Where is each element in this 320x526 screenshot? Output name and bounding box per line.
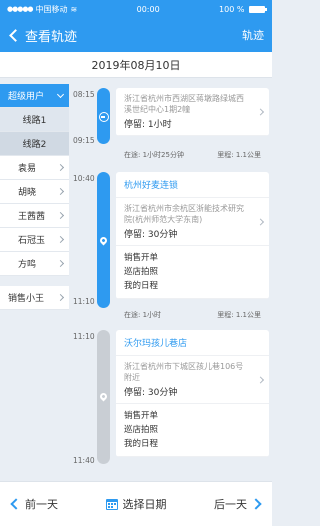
stop-3-start-time: 11:10 — [73, 332, 95, 341]
sidebar-group-label: 超级用户 — [8, 92, 45, 102]
stop-1-stay: 停留: 1小时 — [124, 120, 172, 130]
stop-2-card[interactable]: 杭州好麦连锁 浙江省杭州市余杭区浙能技术研究院(杭州师范大学东南) 停留: 30… — [116, 172, 269, 299]
person-label: 胡晓 — [18, 188, 37, 198]
chevron-right-icon — [56, 293, 65, 302]
stop-1-address: 浙江省杭州市西湖区蒋墩路绿城西溪世纪中心1期2幢 — [124, 94, 244, 114]
page-title: 查看轨迹 — [25, 29, 78, 45]
bottom-bar: 前一天 选择日期 后一天 — [0, 481, 272, 526]
action-sales-order[interactable]: 销售开单 — [124, 251, 261, 265]
sidebar-route-1[interactable]: 线路1 — [0, 108, 69, 132]
stop-3-title[interactable]: 沃尔玛孩儿巷店 — [116, 330, 269, 356]
next-day-label: 后一天 — [214, 498, 247, 511]
sidebar-group-super-user[interactable]: 超级用户 — [0, 84, 69, 108]
sidebar-person-4[interactable]: 方鸣 — [0, 252, 69, 276]
clock: 00:00 — [136, 4, 160, 14]
person-label: 石冠玉 — [18, 236, 46, 246]
stop-1-transit-row: 在途: 1小时25分钟 里程: 1.1公里 — [116, 146, 269, 164]
stop-2-distance: 里程: 1.1公里 — [217, 311, 261, 319]
battery-text: 100 % — [219, 4, 245, 14]
status-left: ●●●●● 中国移动 ≋ — [7, 4, 77, 15]
stop-3-end-time: 11:40 — [73, 456, 95, 465]
stop-3-actions: 销售开单 巡店拍照 我的日程 — [116, 404, 269, 457]
action-store-photo[interactable]: 巡店拍照 — [124, 265, 261, 279]
person-label: 方鸣 — [18, 260, 37, 270]
stop-1-start-time: 08:15 — [73, 90, 95, 99]
stop-1-distance: 里程: 1.1公里 — [217, 151, 261, 159]
prev-day-label: 前一天 — [25, 498, 58, 511]
sidebar-route-2[interactable]: 线路2 — [0, 132, 69, 156]
route-label: 线路1 — [22, 116, 47, 126]
route-label: 线路2 — [22, 140, 47, 150]
chevron-right-icon — [56, 259, 65, 268]
chevron-right-icon — [250, 498, 262, 510]
status-bar: ●●●●● 中国移动 ≋ 00:00 100 % — [0, 0, 272, 18]
back-button[interactable]: 查看轨迹 — [8, 26, 77, 45]
battery-icon — [249, 5, 267, 13]
person-label: 袁易 — [18, 164, 37, 174]
sidebar-person-3[interactable]: 石冠玉 — [0, 228, 69, 252]
stop-2-transit-row: 在途: 1小时 里程: 1.1公里 — [116, 306, 269, 324]
stop-3-stay: 停留: 30分钟 — [124, 388, 178, 398]
action-store-photo[interactable]: 巡店拍照 — [124, 423, 261, 437]
stop-2-start-time: 10:40 — [73, 174, 95, 183]
stop-2-actions: 销售开单 巡店拍照 我的日程 — [116, 246, 269, 299]
chevron-right-icon — [56, 235, 65, 244]
location-pin-icon — [97, 390, 110, 403]
stop-2-footer: 在途: 1小时 里程: 1.1公里 — [116, 306, 269, 324]
stop-1-card[interactable]: 浙江省杭州市西湖区蒋墩路绿城西溪世纪中心1期2幢 停留: 1小时 — [116, 88, 269, 136]
stop-3-detail[interactable]: 浙江省杭州市下城区孩儿巷106号附近 停留: 30分钟 — [116, 356, 269, 404]
chevron-right-icon — [56, 187, 65, 196]
action-my-schedule[interactable]: 我的日程 — [124, 279, 261, 293]
location-pin-icon — [97, 234, 110, 247]
prev-day-button[interactable]: 前一天 — [10, 496, 58, 512]
chevron-right-icon — [256, 107, 265, 116]
sidebar-person-0[interactable]: 袁易 — [0, 156, 69, 180]
date-header: 2019年08月10日 — [0, 52, 272, 78]
track-button[interactable]: 轨迹 — [242, 27, 264, 43]
chevron-left-icon — [9, 28, 22, 42]
sidebar-person-1[interactable]: 胡晓 — [0, 180, 69, 204]
user-sidebar: 超级用户 线路1 线路2 袁易 胡晓 王茜茜 石冠玉 方鸣 销售小王 — [0, 84, 69, 481]
chevron-right-icon — [56, 163, 65, 172]
car-icon — [97, 110, 110, 123]
chevron-right-icon — [256, 217, 265, 226]
wifi-icon: ≋ — [70, 4, 78, 14]
stop-2-title[interactable]: 杭州好麦连锁 — [116, 172, 269, 198]
stop-2-end-time: 11:10 — [73, 297, 95, 306]
battery-status: 100 % — [219, 4, 267, 14]
person-label: 王茜茜 — [18, 212, 46, 222]
next-day-button[interactable]: 后一天 — [214, 496, 262, 512]
stop-3-address: 浙江省杭州市下城区孩儿巷106号附近 — [124, 362, 244, 382]
chevron-right-icon — [56, 211, 65, 220]
sidebar-person-extra[interactable]: 销售小王 — [0, 286, 69, 310]
stop-1-footer: 在途: 1小时25分钟 里程: 1.1公里 — [116, 146, 269, 164]
stop-2-detail[interactable]: 浙江省杭州市余杭区浙能技术研究院(杭州师范大学东南) 停留: 30分钟 — [116, 198, 269, 246]
stop-1-transit: 在途: 1小时25分钟 — [124, 151, 184, 159]
stop-1-detail[interactable]: 浙江省杭州市西湖区蒋墩路绿城西溪世纪中心1期2幢 停留: 1小时 — [116, 88, 269, 136]
chevron-down-icon — [56, 90, 65, 98]
action-my-schedule[interactable]: 我的日程 — [124, 437, 261, 451]
stop-1-end-time: 09:15 — [73, 136, 95, 145]
calendar-icon — [105, 498, 118, 510]
action-sales-order[interactable]: 销售开单 — [124, 409, 261, 423]
nav-bar: 查看轨迹 轨迹 — [0, 18, 272, 52]
stop-3-card[interactable]: 沃尔玛孩儿巷店 浙江省杭州市下城区孩儿巷106号附近 停留: 30分钟 销售开单… — [116, 330, 269, 457]
chevron-right-icon — [256, 375, 265, 384]
signal-icon: ●●●●● — [7, 5, 34, 13]
stop-2-address: 浙江省杭州市余杭区浙能技术研究院(杭州师范大学东南) — [124, 204, 244, 224]
stop-2-stay: 停留: 30分钟 — [124, 230, 178, 240]
timeline-area: 08:15 09:15 浙江省杭州市西湖区蒋墩路绿城西溪世纪中心1期2幢 停留:… — [69, 84, 272, 481]
pick-date-label: 选择日期 — [122, 498, 167, 511]
stop-2-transit: 在途: 1小时 — [124, 311, 162, 319]
sidebar-person-2[interactable]: 王茜茜 — [0, 204, 69, 228]
carrier-name: 中国移动 — [35, 4, 68, 14]
chevron-left-icon — [10, 498, 22, 510]
person-label: 销售小王 — [8, 294, 45, 304]
pick-date-button[interactable]: 选择日期 — [105, 496, 167, 512]
